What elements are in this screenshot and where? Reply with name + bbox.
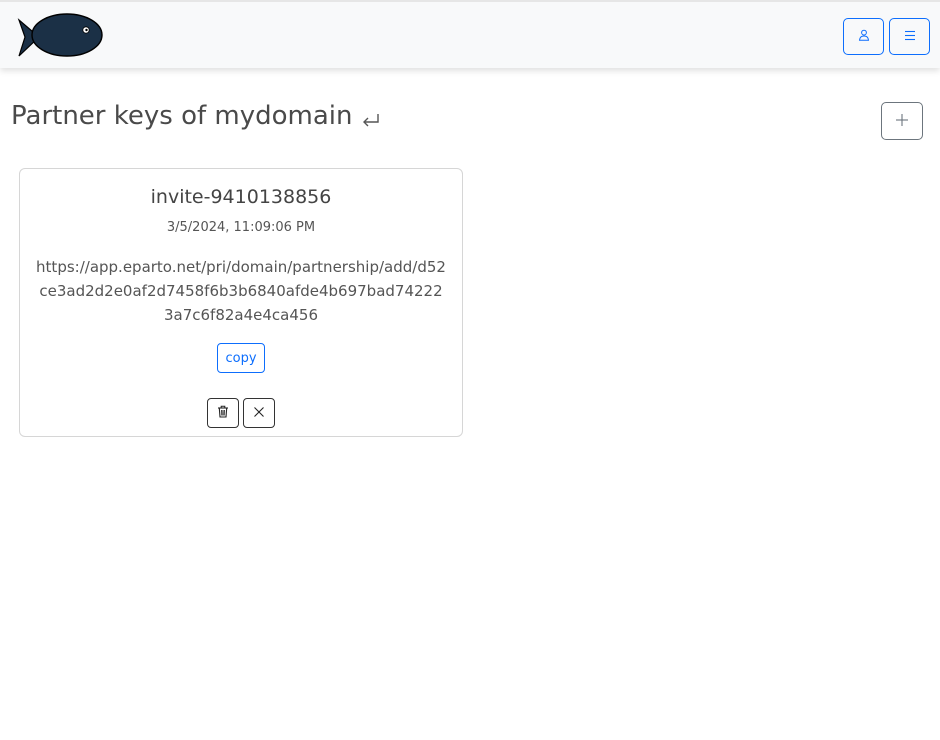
close-icon [253,406,265,421]
trash-icon [217,405,229,421]
invite-date: 3/5/2024, 11:09:06 PM [166,220,316,235]
invite-card: invite-9410138856 3/5/2024, 11:09:06 PM … [19,168,463,437]
user-icon [858,29,870,44]
top-navbar [0,0,940,68]
copy-button[interactable]: copy [217,343,265,373]
user-button[interactable] [843,18,884,55]
fish-logo-icon[interactable] [17,12,107,62]
plus-icon [895,113,909,130]
delete-invite-button[interactable] [207,398,239,428]
page-title: Partner keys of mydomain [11,101,353,131]
invite-url: https://app.eparto.net/pri/domain/partne… [36,258,446,324]
return-arrow-icon[interactable] [359,110,383,130]
close-invite-button[interactable] [243,398,275,428]
menu-button[interactable] [889,18,930,55]
hamburger-menu-icon [904,29,916,44]
add-partner-key-button[interactable] [881,102,923,140]
invite-name: invite-9410138856 [150,186,332,208]
